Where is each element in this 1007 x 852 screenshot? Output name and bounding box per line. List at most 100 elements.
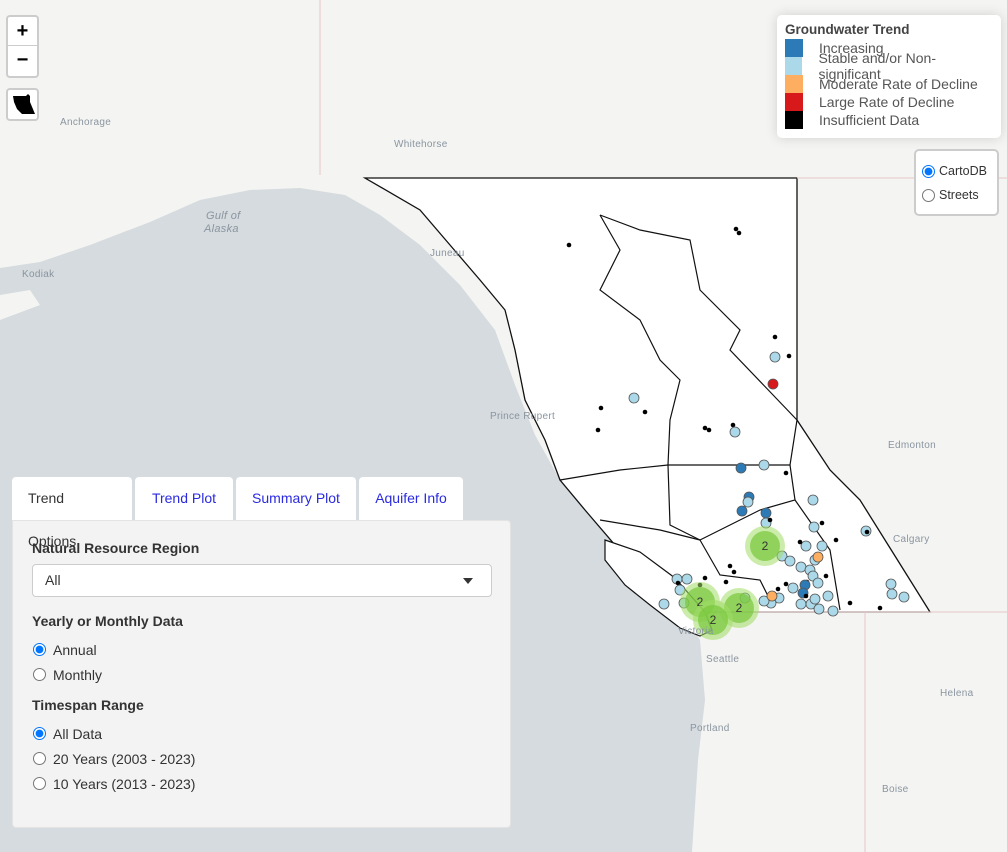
station-marker[interactable] [812,577,824,589]
station-marker[interactable] [598,405,604,411]
radio-input[interactable] [33,727,46,740]
station-marker[interactable] [803,593,809,599]
station-marker[interactable] [736,230,742,236]
station-marker[interactable] [827,605,839,617]
region-select[interactable]: All [32,564,492,597]
station-marker[interactable] [566,242,572,248]
station-marker[interactable] [760,507,772,519]
station-marker[interactable] [783,470,789,476]
station-marker[interactable] [742,496,754,508]
station-marker[interactable] [735,462,747,474]
radio-cartodb[interactable] [922,164,935,178]
bc-extent-button[interactable] [6,88,39,121]
station-marker[interactable] [628,392,640,404]
radio-input[interactable] [33,668,46,681]
station-marker[interactable] [783,581,789,587]
station-marker[interactable] [736,505,748,517]
data-type-label: Yearly or Monthly Data [32,613,183,629]
radio-10-years[interactable]: 10 Years (2013 - 2023) [32,771,491,796]
radio-20-years[interactable]: 20 Years (2003 - 2023) [32,746,491,771]
station-marker[interactable] [812,551,824,563]
station-marker[interactable] [819,520,825,526]
station-marker[interactable] [787,582,799,594]
station-marker[interactable] [823,573,829,579]
station-marker[interactable] [864,529,870,535]
station-marker[interactable] [800,540,812,552]
station-marker[interactable] [877,605,883,611]
map[interactable]: 2222 Anchorage Whitehorse Gulf of Alaska… [0,0,1007,852]
cluster-count: 2 [736,601,743,615]
tab-aquifer-info[interactable]: Aquifer Info [359,477,463,520]
station-marker[interactable] [681,573,693,585]
legend: Groundwater Trend Increasing Stable and/o… [777,15,1001,138]
station-marker[interactable] [816,540,828,552]
station-marker[interactable] [795,598,807,610]
station-marker[interactable] [847,600,853,606]
station-marker[interactable] [767,378,779,390]
tab-summary-plot[interactable]: Summary Plot [236,477,356,520]
radio-input[interactable] [33,777,46,790]
legend-item: Stable and/or Non-significant [785,50,993,82]
station-marker[interactable] [658,598,670,610]
radio-monthly[interactable]: Monthly [32,662,491,687]
radio-label: Annual [53,641,97,658]
station-marker[interactable] [595,427,601,433]
station-marker[interactable] [702,575,708,581]
station-marker[interactable] [809,593,821,605]
station-marker[interactable] [702,425,708,431]
tab-trend-plot[interactable]: Trend Plot [135,477,233,520]
station-marker[interactable] [808,521,820,533]
station-marker[interactable] [729,426,741,438]
legend-label: Large Rate of Decline [819,94,955,110]
cluster-count: 2 [710,613,717,627]
station-marker[interactable] [723,579,729,585]
station-marker[interactable] [758,459,770,471]
legend-swatch [785,111,803,129]
station-marker[interactable] [898,591,910,603]
station-marker[interactable] [833,537,839,543]
place-label: Edmonton [888,440,936,451]
radio-all-data[interactable]: All Data [32,721,491,746]
station-marker[interactable] [786,353,792,359]
station-marker[interactable] [772,334,778,340]
station-marker[interactable] [822,590,834,602]
layer-option-streets[interactable]: Streets [922,183,991,207]
tab-trend-options[interactable]: Trend Options [12,477,132,549]
station-marker[interactable] [775,586,781,592]
place-label: Juneau [430,248,465,259]
radio-streets[interactable] [922,188,935,202]
radio-input[interactable] [33,643,46,656]
station-marker[interactable] [769,351,781,363]
radio-annual[interactable]: Annual [32,637,491,662]
radio-input[interactable] [33,752,46,765]
region-label: Natural Resource Region [32,540,200,556]
station-marker[interactable] [885,578,897,590]
station-marker[interactable] [675,580,681,586]
radio-label: Monthly [53,666,103,683]
station-marker[interactable] [784,555,796,567]
place-label: Whitehorse [394,139,448,150]
station-marker[interactable] [813,603,825,615]
station-marker[interactable] [766,590,778,602]
layer-label: Streets [939,188,979,202]
station-marker[interactable] [642,409,648,415]
station-marker[interactable] [733,226,739,232]
legend-title: Groundwater Trend [785,22,910,37]
legend-swatch [785,39,803,57]
station-marker[interactable] [797,539,803,545]
station-marker[interactable] [730,422,736,428]
station-marker[interactable] [886,588,898,600]
station-marker[interactable] [727,563,733,569]
layer-option-cartodb[interactable]: CartoDB [922,159,991,183]
zoom-in-button[interactable]: + [8,17,37,46]
cluster-marker[interactable]: 2 [745,526,785,566]
station-marker[interactable] [731,569,737,575]
zoom-out-button[interactable]: − [8,46,37,75]
station-marker[interactable] [795,561,807,573]
place-label: Seattle [706,654,740,665]
radio-label: All Data [53,725,103,742]
station-marker[interactable] [706,427,712,433]
station-marker[interactable] [807,494,819,506]
zoom-control: + − [6,15,39,78]
station-marker[interactable] [767,517,773,523]
